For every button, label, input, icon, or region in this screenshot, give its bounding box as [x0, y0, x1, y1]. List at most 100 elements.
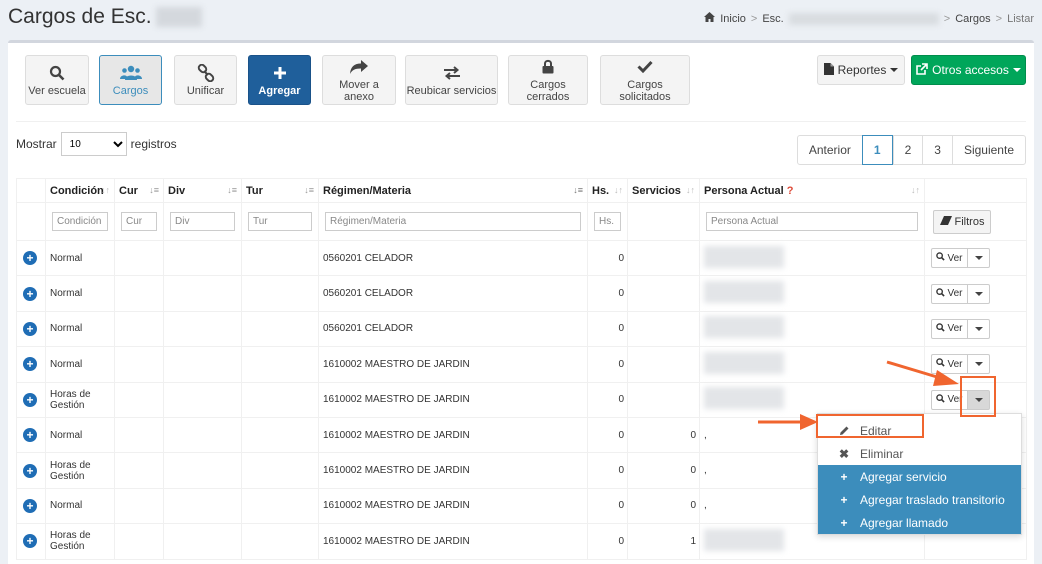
reubicar-servicios-button[interactable]: Reubicar servicios: [405, 55, 498, 105]
cell-div: [163, 346, 242, 383]
cell-hs: 0: [587, 310, 628, 348]
cell-servicios: 1: [627, 523, 700, 560]
cell-hs: 0: [587, 381, 628, 418]
col-cur[interactable]: Cur ↓≡: [114, 178, 164, 203]
redacted-breadcrumb: [788, 12, 939, 25]
filter-persona-input[interactable]: [706, 212, 918, 231]
cell-div: [163, 416, 242, 454]
page-title-text: Cargos de Esc.: [8, 5, 152, 28]
ver-escuela-button[interactable]: Ver escuela: [25, 55, 89, 105]
pagination-next[interactable]: Siguiente: [951, 136, 1025, 164]
cell-tur: [241, 239, 319, 277]
menu-agregar-servicio[interactable]: + Agregar servicio: [818, 465, 1021, 488]
otros-accesos-button[interactable]: Otros accesos: [911, 55, 1026, 85]
share-icon: [349, 58, 369, 76]
sort-icon: ↓↑: [101, 185, 110, 195]
filter-div-input[interactable]: [170, 212, 235, 231]
cell-cur: [114, 487, 164, 525]
pagination-prev[interactable]: Anterior: [798, 136, 862, 164]
mover-anexo-button[interactable]: Mover a anexo: [322, 55, 396, 105]
expand-row-icon[interactable]: +: [23, 428, 37, 443]
col-persona[interactable]: Persona Actual ? ↓↑: [699, 178, 925, 203]
cell-condicion: Horas de Gestión: [45, 452, 115, 489]
cell-servicios: 0: [627, 452, 700, 489]
annotation-arrow-editar: [758, 414, 818, 430]
expand-row-icon[interactable]: +: [23, 392, 37, 407]
cell-div: [163, 239, 242, 277]
sort-icon: ↓↑: [911, 185, 920, 195]
search-icon: [936, 323, 946, 335]
pagination-page-2[interactable]: 2: [892, 136, 923, 164]
cell-regimen: 0560201 CELADOR: [318, 239, 588, 277]
expand-row-icon[interactable]: +: [23, 251, 37, 266]
expand-row-icon[interactable]: +: [23, 534, 37, 549]
cell-hs: 0: [587, 275, 628, 312]
users-icon: [119, 64, 142, 82]
redacted-persona: [704, 351, 784, 374]
col-servicios[interactable]: Servicios ↓↑: [627, 178, 700, 203]
otros-accesos-label: Otros accesos: [932, 63, 1009, 77]
cargos-solicitados-label: Cargos solicitados: [619, 78, 671, 103]
filter-condicion-input[interactable]: [52, 212, 108, 231]
external-link-icon: [916, 62, 928, 78]
cargos-button[interactable]: Cargos: [99, 55, 162, 105]
agregar-button[interactable]: Agregar: [248, 55, 311, 105]
page-header: Cargos de Esc. Inicio > Esc. > Cargos > …: [0, 0, 1042, 40]
cell-tur: [241, 523, 319, 560]
cell-persona: [699, 310, 925, 348]
expand-row-icon[interactable]: +: [23, 498, 37, 513]
breadcrumb-escuela[interactable]: Esc.: [762, 13, 783, 25]
expand-row-icon[interactable]: +: [23, 357, 37, 372]
cell-regimen: 1610002 MAESTRO DE JARDIN: [318, 416, 588, 454]
cell-hs: 0: [587, 452, 628, 489]
redacted-persona: [704, 245, 784, 268]
length-select[interactable]: 10: [60, 132, 127, 156]
content-box: Ver escuela Cargos Unificar Agregar Move…: [8, 40, 1034, 564]
cargos-label: Cargos: [112, 84, 149, 97]
caret-down-icon: [974, 256, 983, 261]
breadcrumb-cargos[interactable]: Cargos: [955, 13, 990, 25]
menu-agregar-llamado[interactable]: + Agregar llamado: [818, 511, 1021, 534]
ver-button[interactable]: Ver: [931, 283, 968, 304]
col-div[interactable]: Div ↓≡: [163, 178, 242, 203]
pagination-page-3[interactable]: 3: [922, 136, 952, 164]
search-icon: [936, 252, 946, 264]
col-tur[interactable]: Tur ↓≡: [241, 178, 319, 203]
reportes-button[interactable]: Reportes: [817, 55, 905, 85]
breadcrumb-inicio[interactable]: Inicio: [720, 13, 746, 25]
cargos-solicitados-button[interactable]: Cargos solicitados: [600, 55, 690, 105]
filter-row: Filtros: [16, 202, 1027, 241]
row-actions-toggle[interactable]: [968, 283, 990, 304]
cell-persona: [699, 239, 925, 277]
menu-eliminar[interactable]: ✖ Eliminar: [818, 442, 1021, 465]
col-condicion[interactable]: Condición ↓↑: [45, 178, 115, 203]
filter-cur-input[interactable]: [121, 212, 157, 231]
cell-actions: Ver: [924, 239, 1027, 277]
cell-cur: [114, 452, 164, 489]
cargos-cerrados-button[interactable]: Cargos cerrados: [508, 55, 588, 105]
row-actions-toggle[interactable]: [968, 354, 990, 375]
expand-row-icon[interactable]: +: [23, 321, 37, 336]
unificar-button[interactable]: Unificar: [174, 55, 237, 105]
ver-button[interactable]: Ver: [931, 248, 968, 269]
col-actions: [924, 178, 1027, 203]
filter-hs-input[interactable]: [594, 212, 621, 231]
expand-row-icon[interactable]: +: [23, 286, 37, 301]
pagination-page-1[interactable]: 1: [861, 135, 893, 165]
filter-regimen-input[interactable]: [325, 212, 581, 231]
expand-row-icon[interactable]: +: [23, 463, 37, 478]
ver-button[interactable]: Ver: [931, 318, 968, 339]
sort-asc-icon: ↓≡: [573, 185, 583, 195]
row-actions-toggle[interactable]: [968, 248, 990, 269]
filter-tur-input[interactable]: [248, 212, 312, 231]
cell-hs: 0: [587, 346, 628, 383]
menu-agregar-traslado[interactable]: + Agregar traslado transitorio: [818, 488, 1021, 511]
filtros-button[interactable]: Filtros: [933, 209, 991, 234]
cell-div: [163, 452, 242, 489]
row-actions-toggle[interactable]: [968, 318, 990, 339]
cell-actions: Ver: [924, 275, 1027, 312]
col-hs[interactable]: Hs. ↓↑: [587, 178, 628, 203]
col-regimen[interactable]: Régimen/Materia ↓≡: [318, 178, 588, 203]
cell-hs: 0: [587, 523, 628, 560]
sort-icon: ↓↑: [614, 185, 623, 195]
